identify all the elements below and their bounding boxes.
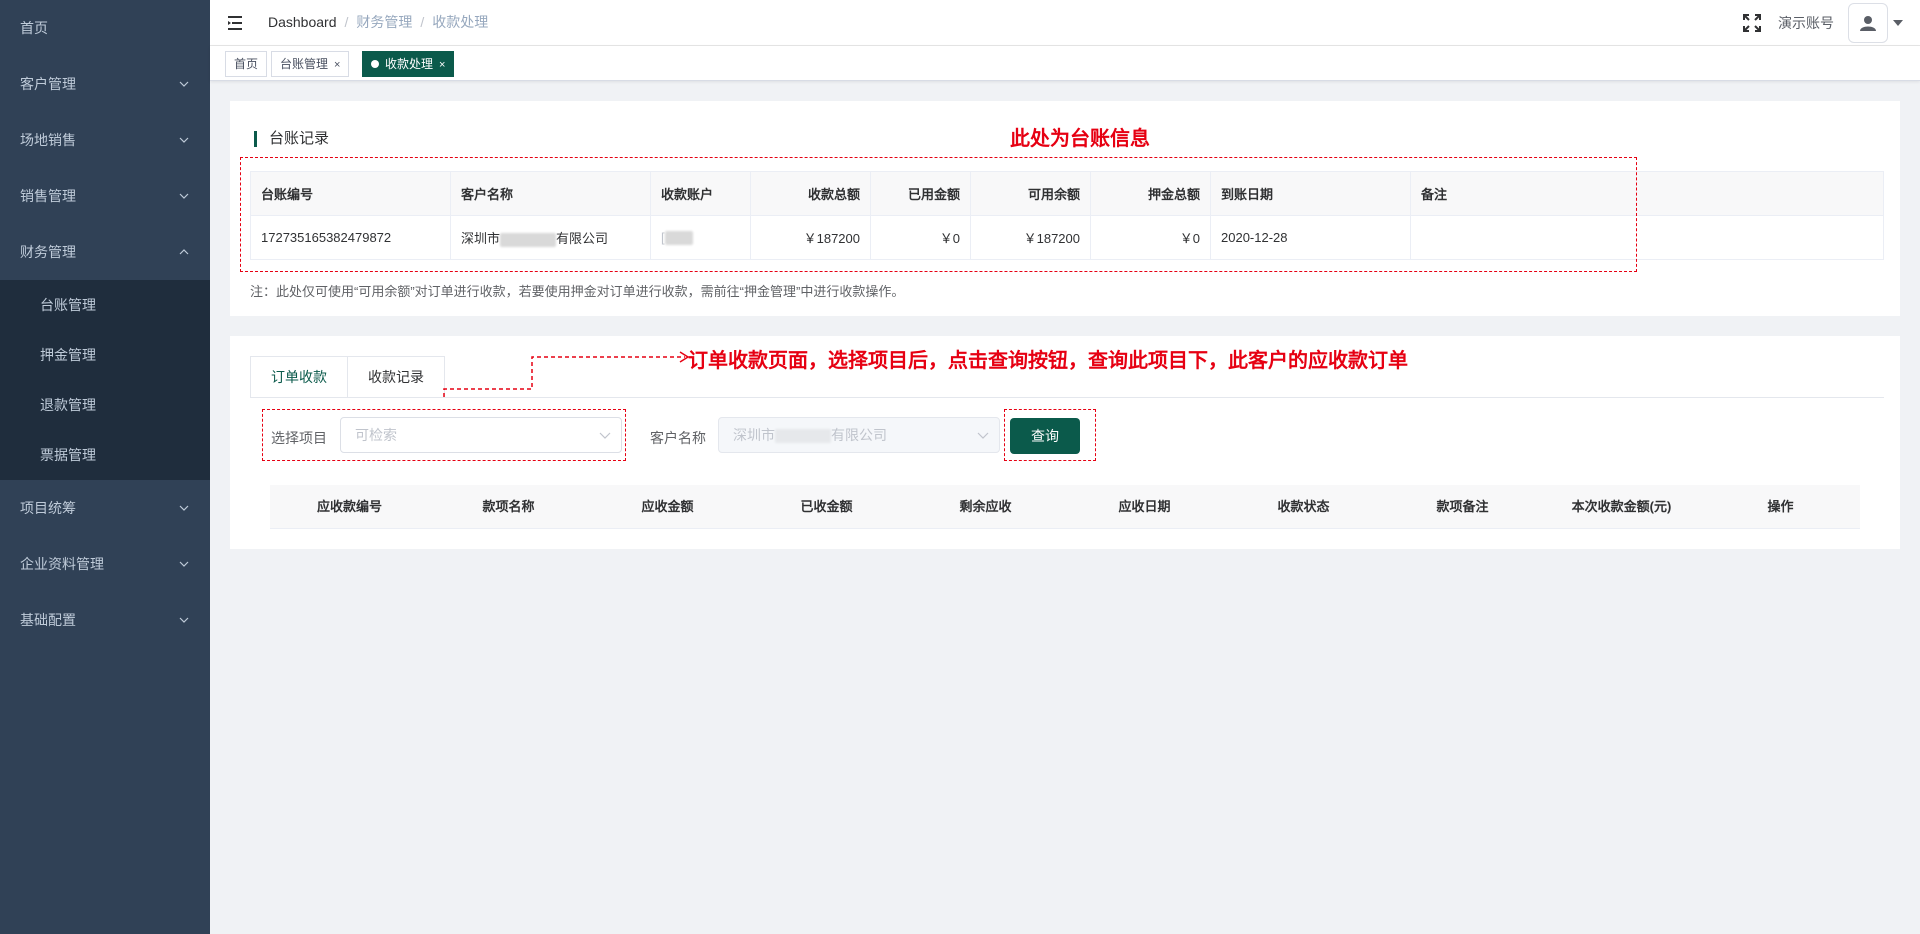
breadcrumb-dashboard[interactable]: Dashboard	[268, 14, 337, 30]
tag-ledger[interactable]: 台账管理 ×	[271, 51, 350, 77]
tab-divider	[250, 397, 1884, 398]
submenu-item-ledger[interactable]: 台账管理	[0, 280, 210, 330]
menu-item-customer[interactable]: 客户管理	[0, 56, 210, 112]
breadcrumb-finance: 财务管理	[356, 14, 413, 30]
customer-value-prefix: 深圳市	[733, 427, 775, 443]
navbar-right: 演示账号	[1742, 0, 1920, 46]
section-title: 台账记录	[254, 131, 329, 147]
chevron-down-icon	[178, 112, 190, 168]
menu-item-finance[interactable]: 财务管理	[0, 224, 210, 280]
submenu-item-invoice[interactable]: 票据管理	[0, 430, 210, 480]
menu-item-project[interactable]: 项目统筹	[0, 480, 210, 536]
breadcrumb-current: 收款处理	[432, 14, 489, 30]
breadcrumb-separator: /	[344, 14, 349, 30]
navbar: Dashboard / 财务管理 / 收款处理 演示账号	[210, 0, 1920, 46]
tags-view: 首页 台账管理 × 收款处理 ×	[210, 46, 1920, 81]
menu-item-base-config[interactable]: 基础配置	[0, 592, 210, 648]
chevron-up-icon	[178, 224, 190, 280]
sidebar: 首页 客户管理 场地销售 销售管理 财务管理 台账管理 押金管理 退款管理 票据…	[0, 0, 210, 934]
column-header: 操作	[1767, 499, 1794, 514]
column-header: 应收日期	[1118, 499, 1171, 514]
column-header: 应收金额	[641, 499, 694, 514]
column-header: 本次收款金额(元)	[1571, 499, 1672, 514]
redacted-text	[775, 429, 831, 444]
main-area: Dashboard / 财务管理 / 收款处理 演示账号 首页 台账管理 × 收款处理 × …	[210, 0, 1920, 934]
menu-label: 首页	[20, 20, 48, 36]
tab-order-receipt[interactable]: 订单收款	[250, 356, 348, 398]
customer-label: 客户名称	[650, 430, 706, 446]
menu-label: 企业资料管理	[20, 556, 104, 572]
menu-item-sales[interactable]: 销售管理	[0, 168, 210, 224]
avatar[interactable]	[1848, 3, 1888, 43]
active-dot-icon	[371, 60, 379, 68]
annotation-box-query	[1004, 409, 1096, 461]
column-header: 款项备注	[1436, 499, 1489, 514]
tabs: 订单收款 收款记录	[250, 356, 445, 398]
menu-item-company-info[interactable]: 企业资料管理	[0, 536, 210, 592]
user-icon	[1860, 16, 1876, 31]
hamburger-icon[interactable]	[226, 13, 246, 33]
annotation-order-caption: 订单收款页面，选择项目后，点击查询按钮，查询此项目下，此客户的应收款订单	[688, 348, 1408, 372]
submenu-item-refund[interactable]: 退款管理	[0, 380, 210, 430]
chevron-down-icon	[178, 536, 190, 592]
fullscreen-icon[interactable]	[1742, 13, 1762, 33]
chevron-down-icon	[977, 418, 989, 452]
menu-label: 财务管理	[20, 244, 76, 260]
column-header: 剩余应收	[959, 499, 1012, 514]
menu-label: 销售管理	[20, 188, 76, 204]
menu-item-venue-sales[interactable]: 场地销售	[0, 112, 210, 168]
tag-receipt-processing[interactable]: 收款处理 ×	[362, 51, 455, 77]
order-table-header: 应收款编号 款项名称 应收金额 已收金额 剩余应收 应收日期 收款状态 款项备注…	[270, 485, 1860, 529]
chevron-down-icon	[178, 480, 190, 536]
customer-select: 深圳市 有限公司	[718, 417, 1000, 453]
breadcrumb: Dashboard / 财务管理 / 收款处理	[268, 0, 488, 46]
caret-down-icon[interactable]	[1888, 3, 1908, 43]
annotation-box-ledger	[240, 157, 1637, 272]
chevron-down-icon	[178, 592, 190, 648]
menu-label: 项目统筹	[20, 500, 76, 516]
menu-item-home[interactable]: 首页	[0, 0, 210, 56]
breadcrumb-separator: /	[420, 14, 425, 30]
menu-label: 客户管理	[20, 76, 76, 92]
column-header: 应收款编号	[316, 499, 382, 514]
customer-value-suffix: 有限公司	[831, 427, 887, 443]
chevron-down-icon	[178, 56, 190, 112]
tag-label: 首页	[234, 57, 259, 71]
ledger-note: 注：此处仅可使用“可用余额”对订单进行收款，若要使用押金对订单进行收款，需前往“…	[250, 284, 905, 299]
tag-label: 收款处理	[385, 57, 434, 71]
annotation-ledger-caption: 此处为台账信息	[1010, 126, 1150, 150]
column-header: 款项名称	[482, 499, 535, 514]
tab-receipt-records[interactable]: 收款记录	[348, 356, 445, 398]
annotation-box-project	[262, 409, 626, 461]
finance-submenu: 台账管理 押金管理 退款管理 票据管理	[0, 280, 210, 480]
column-header: 收款状态	[1277, 499, 1330, 514]
tag-label: 台账管理	[280, 57, 329, 71]
account-name[interactable]: 演示账号	[1778, 13, 1834, 33]
close-icon[interactable]: ×	[334, 59, 340, 71]
menu-label: 基础配置	[20, 612, 76, 628]
menu-label: 场地销售	[20, 132, 76, 148]
tag-home[interactable]: 首页	[225, 51, 268, 77]
chevron-down-icon	[178, 168, 190, 224]
column-header: 已收金额	[800, 499, 853, 514]
submenu-item-deposit[interactable]: 押金管理	[0, 330, 210, 380]
close-icon[interactable]: ×	[439, 59, 445, 71]
